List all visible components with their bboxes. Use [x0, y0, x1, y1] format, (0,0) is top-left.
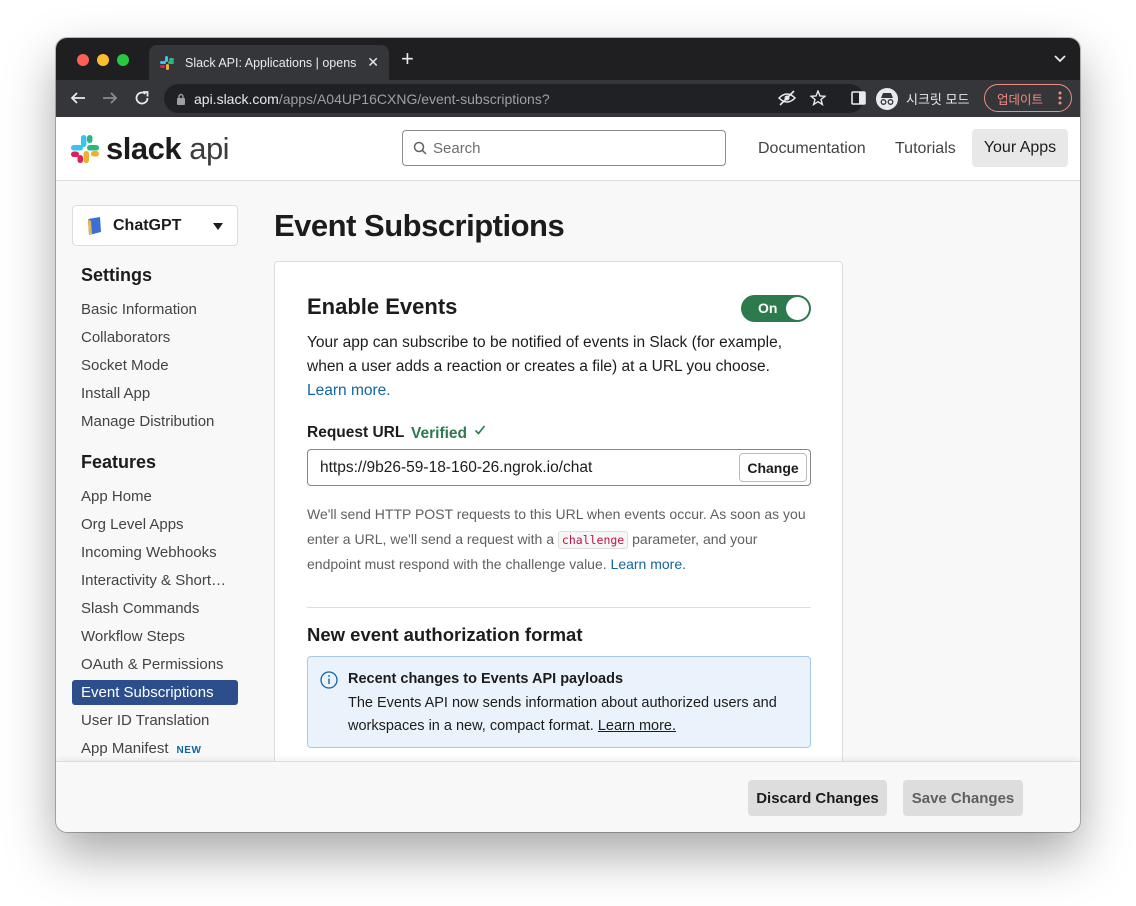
- nav-tutorials[interactable]: Tutorials: [895, 140, 956, 158]
- logo-wordmark: slack api: [106, 131, 230, 166]
- features-heading: Features: [81, 452, 157, 472]
- help-learn-more-link[interactable]: Learn more.: [611, 556, 686, 572]
- tab-title: Slack API: Applications | opens: [185, 55, 357, 70]
- reload-icon: [135, 91, 149, 105]
- info-callout: Recent changes to Events API payloads Th…: [307, 656, 811, 748]
- incognito-indicator[interactable]: 시크릿 모드: [876, 84, 976, 113]
- search-icon: [413, 141, 427, 155]
- url-path: /apps/A04UP16CXNG/event-subscriptions?: [278, 90, 550, 107]
- maximize-window-button[interactable]: [117, 54, 129, 66]
- app-selector[interactable]: ChatGPT: [72, 205, 238, 246]
- section-divider: [307, 607, 811, 608]
- sidebar-item-slash-commands[interactable]: Slash Commands: [81, 600, 199, 617]
- enable-events-description: Your app can subscribe to be notified of…: [307, 331, 807, 403]
- toggle-on-label: On: [758, 300, 778, 316]
- incognito-icon: [876, 87, 898, 110]
- new-tab-button[interactable]: +: [401, 48, 414, 70]
- enable-events-heading: Enable Events: [307, 294, 458, 319]
- auth-format-heading: New event authorization format: [307, 624, 583, 645]
- forward-arrow-icon: [103, 92, 118, 104]
- save-changes-button[interactable]: Save Changes: [903, 780, 1023, 816]
- reload-button[interactable]: [132, 88, 152, 108]
- slack-logo-icon: [71, 135, 99, 163]
- minimize-window-button[interactable]: [97, 54, 109, 66]
- page-title: Event Subscriptions: [274, 208, 565, 243]
- back-arrow-icon: [70, 92, 85, 104]
- caret-down-icon: [213, 223, 223, 230]
- update-label: 업데이트: [997, 92, 1044, 107]
- incognito-label: 시크릿 모드: [906, 92, 970, 107]
- tab-close-icon[interactable]: ✕: [367, 54, 379, 71]
- close-window-button[interactable]: [77, 54, 89, 66]
- bookmark-star-icon[interactable]: [810, 90, 826, 106]
- slack-api-logo[interactable]: slack api: [70, 131, 230, 167]
- event-subscriptions-card: Enable Events On Your app can subscribe …: [274, 261, 843, 821]
- sidebar-item-basic-information[interactable]: Basic Information: [81, 301, 197, 318]
- lock-icon: [177, 93, 185, 105]
- browser-toolbar: api.slack.com/apps/A04UP16CXNG/event-sub…: [56, 80, 1080, 117]
- sidebar-item-oauth-permissions[interactable]: OAuth & Permissions: [81, 656, 224, 673]
- sidebar-item-event-subscriptions-label: Event Subscriptions: [81, 684, 214, 701]
- change-url-button[interactable]: Change: [739, 453, 807, 482]
- request-url-input[interactable]: https://9b26-59-18-160-26.ngrok.io/chat …: [307, 449, 811, 486]
- sidebar-item-interactivity[interactable]: Interactivity & Short…: [81, 572, 226, 589]
- update-button[interactable]: 업데이트: [984, 84, 1072, 112]
- eye-off-icon[interactable]: [778, 90, 796, 106]
- app-icon: [88, 216, 101, 235]
- slack-favicon-icon: [160, 55, 174, 70]
- app-manifest-label: App Manifest: [81, 740, 169, 757]
- sidebar-item-socket-mode[interactable]: Socket Mode: [81, 357, 169, 374]
- search-input[interactable]: Search: [402, 130, 726, 166]
- checkmark-icon: [475, 425, 486, 435]
- request-url-label: Request URL: [307, 424, 405, 441]
- toggle-knob: [786, 297, 809, 320]
- sidebar-item-org-level-apps[interactable]: Org Level Apps: [81, 516, 184, 533]
- more-vert-icon: [1058, 91, 1062, 105]
- info-title: Recent changes to Events API payloads: [348, 671, 624, 687]
- enable-events-toggle[interactable]: On: [741, 295, 811, 322]
- info-icon: [320, 671, 338, 689]
- tab-bar: Slack API: Applications | opens ✕ +: [56, 38, 1080, 80]
- challenge-code: challenge: [557, 530, 629, 549]
- app-name: ChatGPT: [113, 216, 182, 234]
- sidebar-item-manage-distribution[interactable]: Manage Distribution: [81, 413, 214, 430]
- sidebar-item-user-id-translation[interactable]: User ID Translation: [81, 712, 209, 729]
- request-url-value: https://9b26-59-18-160-26.ngrok.io/chat: [320, 458, 593, 476]
- discard-changes-button[interactable]: Discard Changes: [748, 780, 887, 816]
- new-badge: NEW: [176, 745, 202, 756]
- url-host: api.slack.com: [194, 90, 279, 107]
- request-url-help: We'll send HTTP POST requests to this UR…: [307, 506, 806, 572]
- tab-search-chevron-icon[interactable]: [1054, 55, 1066, 63]
- sidebar-item-app-manifest[interactable]: App Manifest NEW: [81, 740, 201, 757]
- sidebar-item-incoming-webhooks[interactable]: Incoming Webhooks: [81, 544, 217, 561]
- side-panel-icon[interactable]: [851, 91, 866, 105]
- sidebar-item-workflow-steps[interactable]: Workflow Steps: [81, 628, 185, 645]
- forward-button[interactable]: [100, 88, 120, 108]
- sidebar-item-install-app[interactable]: Install App: [81, 385, 150, 402]
- site-header: slack api Search Documentation Tutorials…: [56, 117, 1080, 181]
- info-learn-more-link[interactable]: Learn more.: [598, 718, 676, 734]
- sidebar-item-collaborators[interactable]: Collaborators: [81, 329, 170, 346]
- nav-documentation[interactable]: Documentation: [758, 140, 866, 158]
- browser-tab[interactable]: Slack API: Applications | opens ✕: [149, 45, 389, 80]
- browser-window: Slack API: Applications | opens ✕ + api.…: [56, 38, 1080, 832]
- sidebar-item-app-home[interactable]: App Home: [81, 488, 152, 505]
- nav-your-apps[interactable]: Your Apps: [972, 129, 1068, 167]
- info-body: The Events API now sends information abo…: [348, 695, 777, 734]
- save-footer: Discard Changes Save Changes: [56, 761, 1080, 832]
- learn-more-link[interactable]: Learn more.: [307, 382, 391, 399]
- settings-heading: Settings: [81, 265, 153, 285]
- search-placeholder: Search: [433, 139, 481, 157]
- address-bar[interactable]: api.slack.com/apps/A04UP16CXNG/event-sub…: [164, 84, 864, 113]
- back-button[interactable]: [68, 88, 88, 108]
- verified-status: Verified: [411, 424, 486, 443]
- description-text: Your app can subscribe to be notified of…: [307, 334, 783, 375]
